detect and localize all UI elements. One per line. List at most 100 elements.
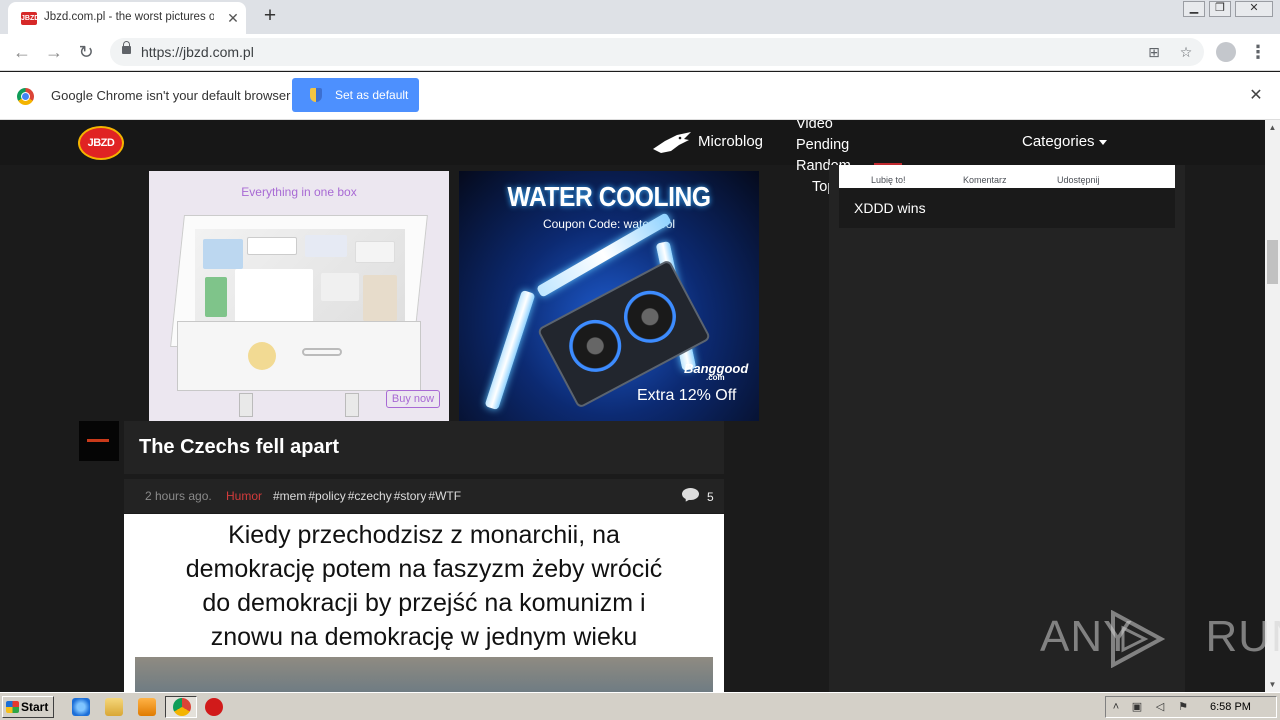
network-icon[interactable]: ▣ [1130, 701, 1144, 714]
clock[interactable]: 6:58 PM [1210, 701, 1251, 713]
page-scrollbar[interactable]: ▲ ▼ [1265, 120, 1280, 692]
set-as-default-button[interactable]: Set as default [292, 78, 419, 112]
caret-down-icon [1098, 139, 1107, 145]
windows-taskbar: Start ˄ ▣ ◁ ⚑ 6:58 PM [0, 692, 1280, 720]
bookmark-star-icon[interactable]: ☆ [1176, 42, 1196, 62]
chrome-icon [173, 698, 191, 716]
page-content: JBZD Microblog Video Pending Random Top … [0, 120, 1265, 692]
scroll-up-icon[interactable]: ▲ [1265, 120, 1280, 135]
opera-icon[interactable] [205, 698, 223, 716]
meme-line: Kiedy przechodzisz z monarchii, na [228, 521, 620, 549]
ad1-headline: Everything in one box [241, 185, 357, 199]
minimize-button[interactable]: ▁ [1183, 1, 1205, 17]
comment-bubble-icon[interactable] [682, 488, 699, 500]
forward-arrow-icon[interactable]: → [42, 40, 66, 64]
tab-close-icon[interactable]: ✕ [224, 9, 242, 27]
comment-count[interactable]: 5 [707, 490, 714, 504]
lock-icon[interactable] [122, 41, 131, 54]
post-author-avatar[interactable] [79, 421, 119, 461]
reload-icon[interactable]: ↻ [74, 40, 98, 64]
default-browser-infobar: Google Chrome isn't your default browser… [0, 72, 1280, 120]
new-tab-button[interactable]: + [258, 5, 282, 29]
moon-icon [248, 342, 276, 370]
nav-categories[interactable]: Categories [1022, 133, 1107, 150]
start-button[interactable]: Start [2, 696, 54, 718]
action-center-flag-icon[interactable]: ⚑ [1176, 701, 1190, 714]
scroll-thumb[interactable] [1267, 240, 1278, 284]
box-leg [345, 393, 359, 417]
site-header: JBZD Microblog Video Pending Random Top … [0, 120, 1265, 195]
window-close-button[interactable]: ✕ [1235, 1, 1273, 17]
internet-explorer-icon[interactable] [72, 698, 90, 716]
meme-caption: Kiedy przechodzisz z monarchii, na demok… [124, 518, 724, 654]
system-tray: ˄ ▣ ◁ ⚑ 6:58 PM [1105, 696, 1277, 718]
scroll-down-icon[interactable]: ▼ [1265, 677, 1280, 692]
nav-microblog[interactable]: Microblog [698, 133, 763, 150]
tag-link[interactable]: #story [394, 489, 427, 503]
volume-icon[interactable]: ◁ [1153, 701, 1167, 714]
nav-video[interactable]: Video [796, 120, 851, 135]
nav-pending[interactable]: Pending [796, 135, 851, 156]
ad-water-cooling[interactable]: WATER COOLING Coupon Code: watercool Ban… [459, 171, 759, 421]
post-tags: #mem #policy #czechy #story #WTF [273, 489, 463, 503]
jbzd-logo[interactable]: JBZD [80, 128, 122, 158]
back-arrow-icon[interactable]: ← [10, 40, 34, 64]
browser-toolbar: ← → ↻ https://jbzd.com.pl ⊞ ☆ ⋮ [0, 34, 1280, 71]
box-contents-image [195, 229, 405, 335]
cooling-tube [484, 289, 536, 411]
meme-photo [135, 657, 713, 692]
meme-line: znowu na demokrację w jednym wieku [210, 623, 638, 651]
post-time: 2 hours ago. [145, 489, 212, 503]
tray-expand-icon[interactable]: ˄ [1109, 701, 1123, 714]
post-category[interactable]: Humor [226, 489, 262, 503]
post-meta: 2 hours ago. Humor #mem #policy #czechy #st… [124, 479, 724, 513]
restore-button[interactable]: ❐ [1209, 1, 1231, 17]
gpu-fan [614, 281, 686, 352]
tab-title: Jbzd.com.pl - the worst pictures on the [44, 11, 214, 23]
banggood-logo: Banggood .com [684, 361, 748, 382]
tag-link[interactable]: #czechy [348, 489, 392, 503]
fb-like: Lubię to! [871, 175, 906, 185]
ad2-discount: Extra 12% Off [637, 387, 737, 404]
media-player-icon[interactable] [138, 698, 156, 716]
sidebar-card-title[interactable]: XDDD wins [854, 200, 926, 216]
box-handle [302, 348, 342, 356]
browser-tab[interactable]: JBZD Jbzd.com.pl - the worst pictures on… [8, 2, 246, 34]
infobar-message: Google Chrome isn't your default browser [51, 88, 291, 103]
translate-icon[interactable]: ⊞ [1144, 42, 1164, 62]
post-title[interactable]: The Czechs fell apart [139, 436, 339, 459]
ad-baby-box[interactable]: Everything in one box Buy now [149, 171, 449, 421]
watermark-right: RUN [1205, 612, 1280, 661]
post-header: The Czechs fell apart [124, 421, 724, 474]
windows-flag-icon [6, 701, 19, 713]
set-as-default-label: Set as default [335, 88, 409, 102]
anyrun-play-icon [1111, 610, 1165, 668]
site-favicon-icon: JBZD [21, 12, 39, 25]
meme-line: demokrację potem na faszyzm żeby wrócić [185, 555, 663, 583]
infobar-close-icon[interactable]: ✕ [1246, 86, 1266, 106]
tag-link[interactable]: #mem [273, 489, 306, 503]
microblog-bird-icon[interactable] [651, 131, 693, 155]
fb-action-bar: Lubię to! Komentarz Udostępnij [839, 165, 1175, 188]
start-label: Start [21, 700, 49, 714]
chrome-logo-icon [17, 88, 34, 105]
ad2-coupon: Coupon Code: watercool [542, 217, 676, 231]
file-explorer-icon[interactable] [105, 698, 123, 716]
box-front-image [177, 321, 421, 391]
chrome-taskbar-button[interactable] [165, 696, 197, 718]
sidebar-post-card[interactable]: Lubię to! Komentarz Udostępnij XDDD wins [839, 165, 1175, 228]
ad1-buy-now-button[interactable]: Buy now [386, 390, 440, 408]
url-text[interactable]: https://jbzd.com.pl [141, 44, 254, 60]
tag-link[interactable]: #WTF [428, 489, 461, 503]
box-leg [239, 393, 253, 417]
nav-categories-label: Categories [1022, 133, 1095, 150]
tab-strip: JBZD Jbzd.com.pl - the worst pictures on… [0, 0, 1280, 34]
profile-avatar-icon[interactable] [1216, 42, 1236, 62]
post-meme-image[interactable]: Kiedy przechodzisz z monarchii, na demok… [124, 514, 724, 692]
meme-line: do demokracji by przejść na komunizm i [202, 589, 646, 617]
address-bar[interactable]: https://jbzd.com.pl ⊞ ☆ [110, 38, 1204, 66]
ad2-title: WATER COOLING [507, 181, 711, 212]
tag-link[interactable]: #policy [308, 489, 345, 503]
chrome-menu-icon[interactable]: ⋮ [1248, 40, 1268, 64]
fb-share: Udostępnij [1057, 175, 1100, 185]
